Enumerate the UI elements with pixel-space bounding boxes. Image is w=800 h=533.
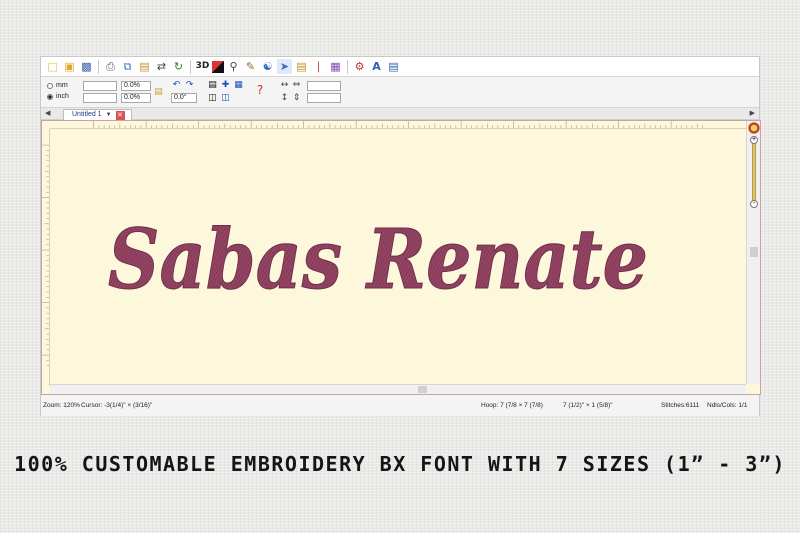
rotate-icon[interactable]: ↻ bbox=[171, 59, 186, 74]
inch-label: inch bbox=[56, 93, 69, 100]
needle-icon[interactable]: ∣ bbox=[311, 59, 326, 74]
hoop-status: Hoop: 7 (7/8 × 7 (7/8) bbox=[481, 402, 543, 409]
align-top-icon[interactable]: ▤ bbox=[207, 80, 218, 90]
height-field[interactable] bbox=[83, 93, 117, 103]
vertical-ruler bbox=[42, 129, 50, 386]
embroidery-design-text[interactable]: Sabas Renate bbox=[50, 120, 690, 370]
settings-icon[interactable]: ⚙ bbox=[352, 59, 367, 74]
rotate-right-icon[interactable]: ↷ bbox=[184, 80, 195, 90]
inch-radio[interactable] bbox=[47, 93, 53, 100]
document-tabbar: ◀ Untitled 1 ▼ ✕ ▶ bbox=[41, 108, 759, 120]
save-icon[interactable]: ▩ bbox=[79, 59, 94, 74]
measure-icon[interactable]: ✎ bbox=[243, 59, 258, 74]
horizontal-scroll-thumb[interactable] bbox=[418, 386, 427, 393]
properties-toolbar: mm inch 0.0% 0.0% ▤ ↶ ↷ 0.0° ▤ ✚ ▦ ◫ ◫ ?… bbox=[41, 78, 759, 108]
center-icon[interactable]: ✚ bbox=[220, 80, 231, 90]
vertical-scrollbar[interactable]: + - bbox=[746, 121, 760, 384]
3d-view-icon[interactable]: 3D bbox=[195, 59, 210, 74]
size-status: 7 (1/2)" × 1 (5/8)" bbox=[563, 402, 613, 409]
zoom-in-icon[interactable]: + bbox=[750, 136, 758, 144]
select-icon[interactable]: ➤ bbox=[277, 59, 292, 74]
color-view-icon[interactable] bbox=[212, 60, 224, 73]
lock-ratio-icon[interactable]: ▤ bbox=[153, 87, 164, 97]
spacing-field[interactable] bbox=[307, 81, 341, 91]
tab-scroll-right-icon[interactable]: ▶ bbox=[750, 109, 755, 117]
tab-dropdown-icon[interactable]: ▼ bbox=[106, 110, 112, 120]
status-bar: Zoom: 120% Cursor: -3(1/4)" × (3/16)" Ho… bbox=[41, 396, 759, 416]
paste-icon[interactable]: ▤ bbox=[137, 59, 152, 74]
compass-icon[interactable] bbox=[748, 122, 760, 134]
help-icon[interactable]: ? bbox=[254, 84, 266, 99]
cursor-status: Cursor: -3(1/4)" × (3/16)" bbox=[81, 402, 153, 409]
unit-mm-option[interactable]: mm bbox=[47, 82, 68, 89]
zoom-status: Zoom: 120% bbox=[43, 402, 80, 409]
width-field[interactable] bbox=[83, 81, 117, 91]
close-icon[interactable]: ✕ bbox=[115, 110, 125, 120]
height-percent-field[interactable]: 0.0% bbox=[121, 93, 151, 103]
design-text: Sabas Renate bbox=[108, 212, 648, 308]
tab-untitled-1[interactable]: Untitled 1 ▼ ✕ bbox=[63, 109, 132, 120]
zoom-out-icon[interactable]: - bbox=[750, 200, 758, 208]
unit-inch-option[interactable]: inch bbox=[47, 93, 69, 100]
properties-icon[interactable]: ▦ bbox=[328, 59, 343, 74]
fill-icon[interactable]: ◫ bbox=[207, 93, 218, 103]
kerning-icon[interactable]: ⇔ bbox=[291, 80, 302, 90]
new-file-icon[interactable]: □ bbox=[45, 59, 60, 74]
tab-label: Untitled 1 bbox=[72, 111, 102, 118]
print-icon[interactable]: ⎙ bbox=[103, 59, 118, 74]
rotate-left-icon[interactable]: ↶ bbox=[171, 80, 182, 90]
columns-icon[interactable]: ◫ bbox=[220, 93, 231, 103]
mirror-icon[interactable]: ⇄ bbox=[154, 59, 169, 74]
spacing-v-icon[interactable]: ↕ bbox=[279, 93, 290, 103]
distribute-icon[interactable]: ▦ bbox=[233, 80, 244, 90]
needles-status: Ndls/Cols: 1/1 bbox=[707, 402, 748, 409]
caption-text: 100% CUSTOMABLE EMBROIDERY BX FONT WITH … bbox=[14, 452, 786, 476]
stitches-status: Stitches:6111 bbox=[661, 402, 700, 409]
text-icon[interactable]: A bbox=[369, 59, 384, 74]
vertical-scroll-thumb[interactable] bbox=[750, 247, 758, 257]
hoop-icon[interactable]: ☯ bbox=[260, 59, 275, 74]
main-toolbar: □ ▣ ▩ ⎙ ⧉ ▤ ⇄ ↻ 3D ⚲ ✎ ☯ ➤ ▤ ∣ ▦ ⚙ A ▤ bbox=[41, 57, 759, 77]
spacing-h-icon[interactable]: ↔ bbox=[279, 80, 290, 90]
open-folder-icon[interactable]: ▣ bbox=[62, 59, 77, 74]
horizontal-scrollbar[interactable] bbox=[50, 384, 746, 394]
angle-field[interactable]: 0.0° bbox=[171, 93, 197, 103]
line-spacing-icon[interactable]: ⇕ bbox=[291, 93, 302, 103]
mm-label: mm bbox=[56, 82, 68, 89]
width-percent-field[interactable]: 0.0% bbox=[121, 81, 151, 91]
stitch-list-icon[interactable]: ▤ bbox=[294, 59, 309, 74]
zoom-slider[interactable] bbox=[752, 141, 756, 201]
mm-radio[interactable] bbox=[47, 82, 53, 89]
tab-scroll-left-icon[interactable]: ◀ bbox=[45, 109, 50, 117]
copy-icon[interactable]: ⧉ bbox=[120, 59, 135, 74]
database-icon[interactable]: ▤ bbox=[386, 59, 401, 74]
line-spacing-field[interactable] bbox=[307, 93, 341, 103]
zoom-icon[interactable]: ⚲ bbox=[226, 59, 241, 74]
